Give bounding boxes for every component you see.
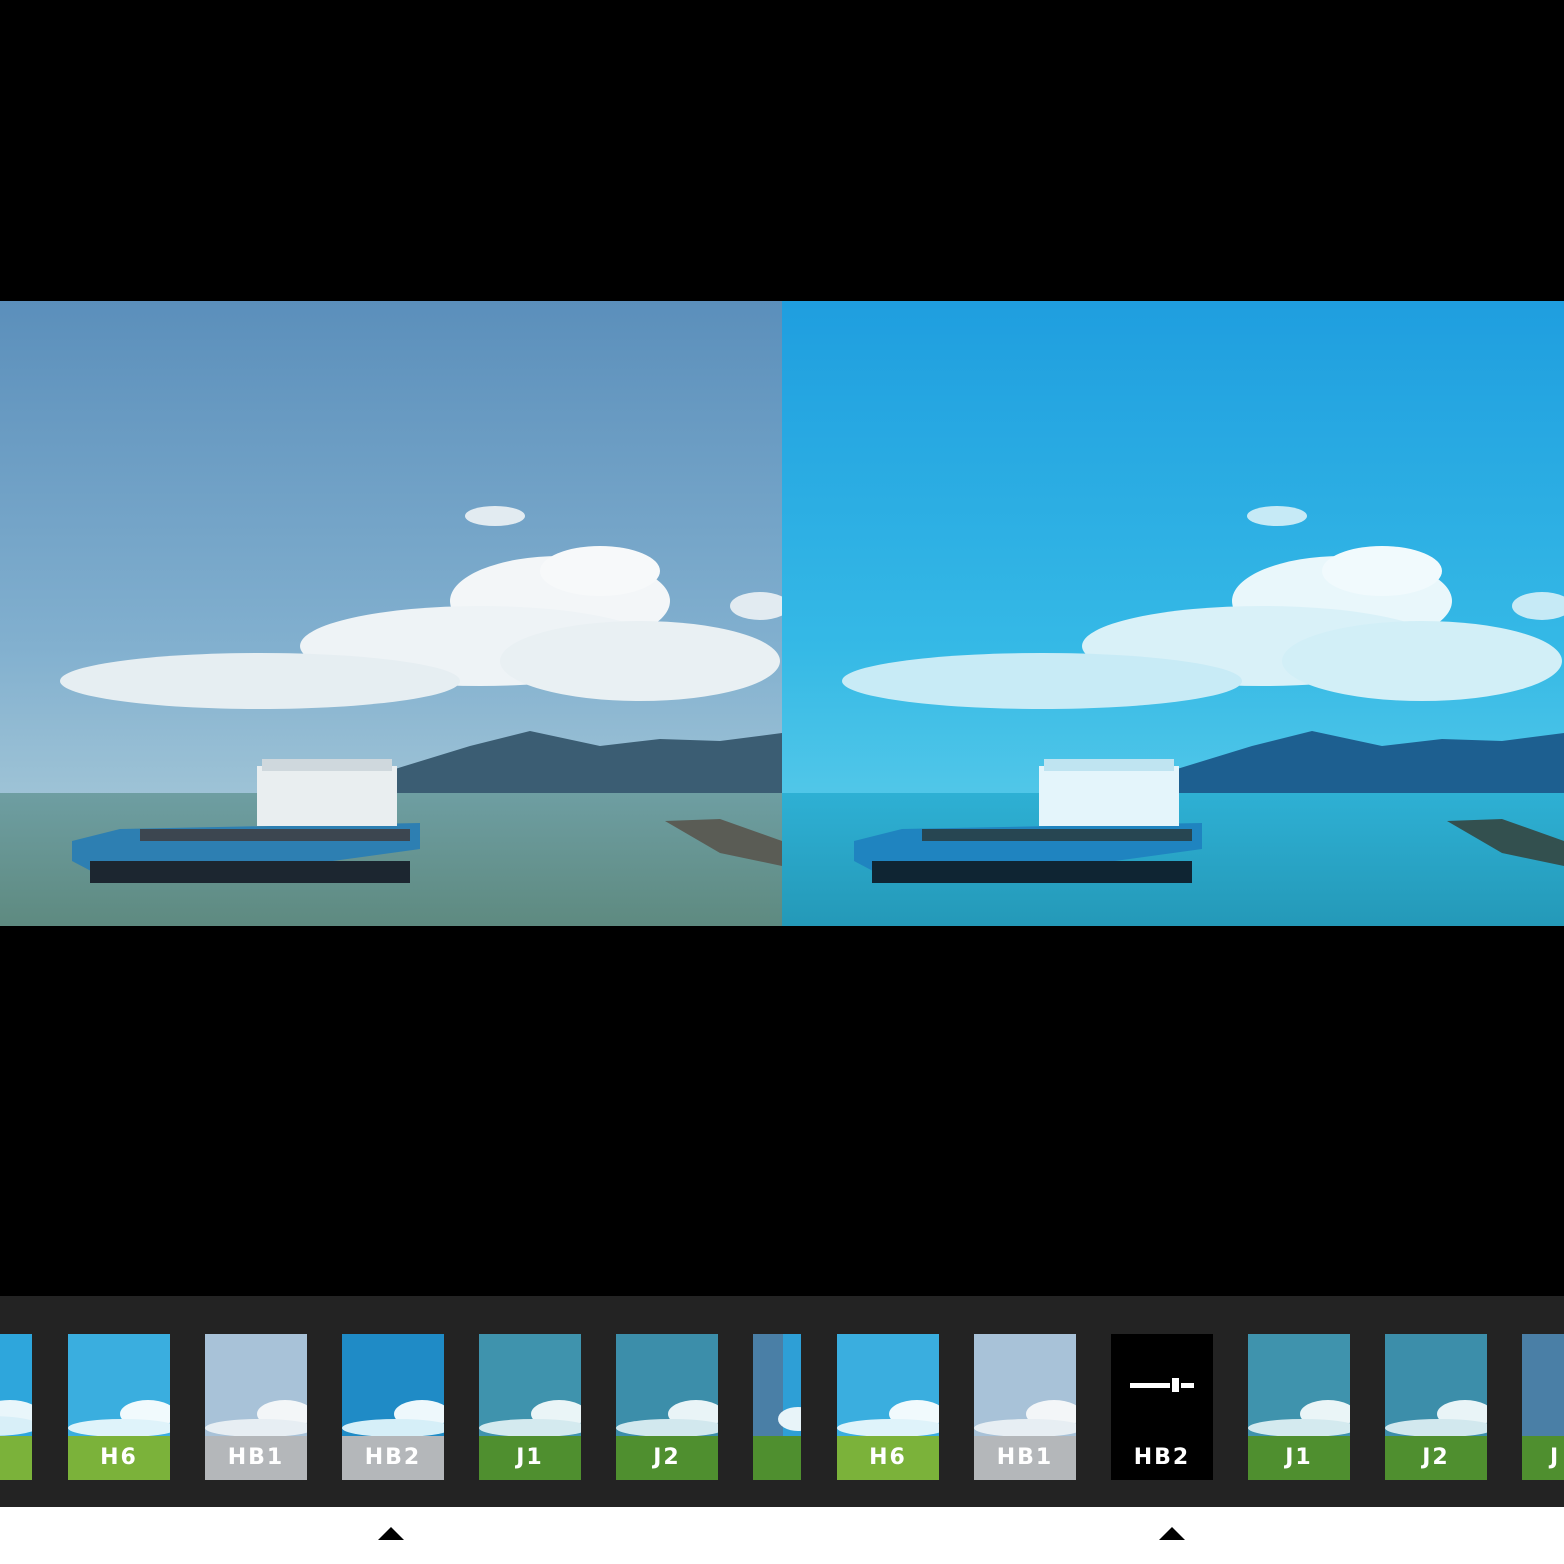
filter-label	[0, 1436, 32, 1480]
filter-thumb-h6[interactable]: H6	[68, 1334, 170, 1480]
filter-preview	[0, 1334, 32, 1436]
filter-label: HB1	[205, 1436, 307, 1480]
filter-strip[interactable]: H6 HB1 HB2 J1 J2 H6 HB1 HB2 J1 J2 J	[0, 1296, 1564, 1507]
filter-preview	[342, 1334, 444, 1436]
caret-up-icon	[1159, 1527, 1185, 1540]
filter-label: J1	[1248, 1436, 1350, 1480]
filter-label: J1	[479, 1436, 581, 1480]
filter-label: HB1	[974, 1436, 1076, 1480]
filter-thumb-hb2-selected[interactable]: HB2	[1111, 1334, 1213, 1480]
filter-thumb-hb1[interactable]: HB1	[974, 1334, 1076, 1480]
filter-preview	[616, 1334, 718, 1436]
filter-preview	[479, 1334, 581, 1436]
filter-preview	[205, 1334, 307, 1436]
bottom-bar	[0, 1507, 1564, 1564]
filter-label: H6	[837, 1436, 939, 1480]
filter-label: HB2	[342, 1436, 444, 1480]
filter-label: J	[1522, 1436, 1564, 1480]
photo-comparison-area	[0, 0, 1564, 1296]
filter-thumb-partial[interactable]	[753, 1334, 801, 1480]
filter-label	[753, 1436, 801, 1480]
original-photo	[0, 301, 782, 926]
filter-preview	[837, 1334, 939, 1436]
filter-thumb-j1[interactable]: J1	[1248, 1334, 1350, 1480]
filter-thumb-hb2[interactable]: HB2	[342, 1334, 444, 1480]
filtered-photo	[782, 301, 1564, 926]
slider-adjust-icon[interactable]	[1130, 1376, 1194, 1394]
filter-label: H6	[68, 1436, 170, 1480]
filter-preview	[68, 1334, 170, 1436]
filter-preview	[1385, 1334, 1487, 1436]
filter-thumb-partial[interactable]	[0, 1334, 32, 1480]
filter-thumb-j2[interactable]: J2	[1385, 1334, 1487, 1480]
filter-thumb-h6[interactable]: H6	[837, 1334, 939, 1480]
caret-up-icon	[378, 1527, 404, 1540]
filter-preview	[753, 1334, 801, 1436]
filter-label: HB2	[1111, 1436, 1213, 1480]
filter-thumb-j2[interactable]: J2	[616, 1334, 718, 1480]
filter-label: J2	[616, 1436, 718, 1480]
filter-thumb-j1[interactable]: J1	[479, 1334, 581, 1480]
filter-label: J2	[1385, 1436, 1487, 1480]
filter-preview	[1248, 1334, 1350, 1436]
filter-preview	[1111, 1334, 1213, 1436]
filter-thumb-partial[interactable]: J	[1522, 1334, 1564, 1480]
filter-preview	[1522, 1334, 1564, 1436]
filter-preview	[974, 1334, 1076, 1436]
filter-thumb-hb1[interactable]: HB1	[205, 1334, 307, 1480]
